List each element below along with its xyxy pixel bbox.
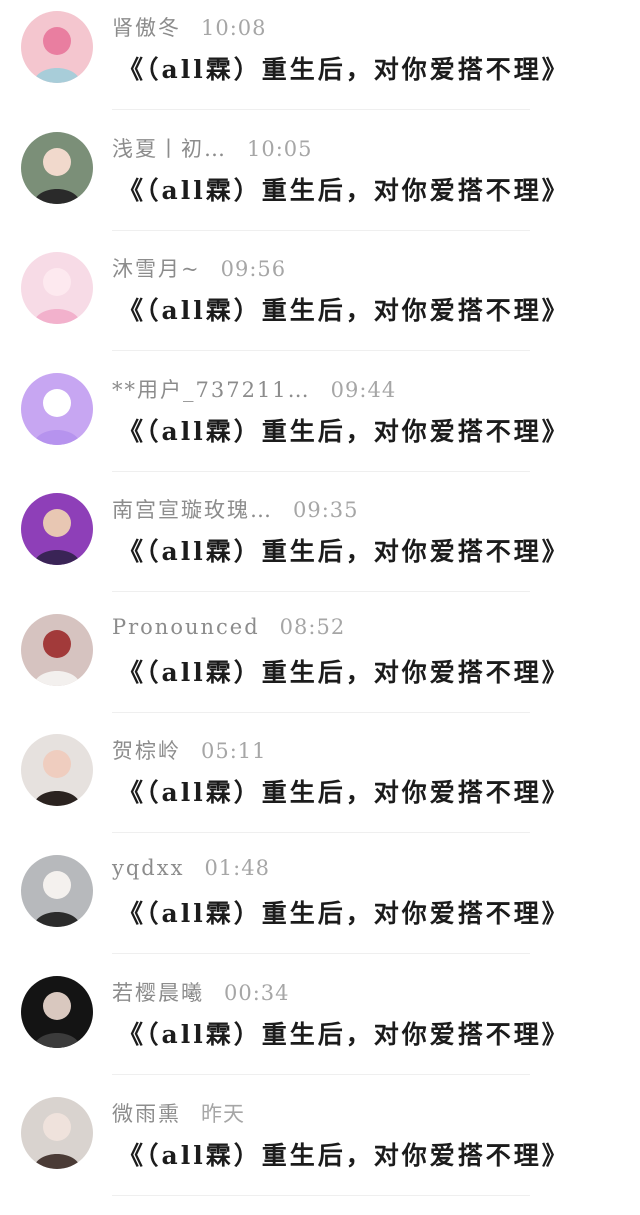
message-text: 《（all霖）重生后，对你爱搭不理》: [118, 778, 570, 807]
avatar[interactable]: [21, 855, 93, 927]
message-time: 05:11: [201, 739, 267, 763]
man-white-avatar: [21, 855, 93, 927]
sender-line: yqdxx 01:48: [112, 856, 270, 880]
sender-line: 肾傲冬 10:08: [112, 12, 267, 42]
row-divider: [112, 109, 530, 110]
message-text: 《（all霖）重生后，对你爱搭不理》: [118, 537, 570, 566]
message-text: 《（all霖）重生后，对你爱搭不理》: [118, 296, 570, 325]
message-row[interactable]: Pronounced 08:52 《（all霖）重生后，对你爱搭不理》: [0, 603, 640, 723]
row-divider: [112, 832, 530, 833]
boy-portrait-avatar: [21, 734, 93, 806]
girl-hood-avatar: [21, 614, 93, 686]
sender-name: **用户_737211…: [112, 378, 311, 402]
row-divider: [112, 953, 530, 954]
message-row[interactable]: 南宫宣璇玫瑰… 09:35 《（all霖）重生后，对你爱搭不理》: [0, 482, 640, 602]
avatar[interactable]: [21, 976, 93, 1048]
avatar[interactable]: [21, 614, 93, 686]
message-time: 01:48: [204, 856, 270, 880]
sender-name: 若樱晨曦: [112, 981, 204, 1005]
message-time: 00:34: [224, 981, 290, 1005]
message-row[interactable]: 若樱晨曦 00:34 《（all霖）重生后，对你爱搭不理》: [0, 965, 640, 1085]
sender-name: 贺棕岭: [112, 739, 181, 763]
avatar[interactable]: [21, 252, 93, 324]
flower-avatar: [21, 11, 93, 83]
avatar[interactable]: [21, 1097, 93, 1169]
avatar[interactable]: [21, 11, 93, 83]
sender-name: 浅夏丨初…: [112, 137, 227, 161]
sender-name: 微雨熏: [112, 1102, 181, 1126]
sender-name: 沐雪月~: [112, 257, 201, 281]
message-text: 《（all霖）重生后，对你爱搭不理》: [118, 55, 570, 84]
row-divider: [112, 471, 530, 472]
message-time: 09:35: [293, 498, 359, 522]
sender-name: yqdxx: [112, 856, 185, 880]
message-row[interactable]: **用户_737211… 09:44 《（all霖）重生后，对你爱搭不理》: [0, 362, 640, 482]
row-divider: [112, 712, 530, 713]
message-time: 09:56: [220, 257, 287, 281]
girl-avatar: [21, 132, 93, 204]
message-list: 肾傲冬 10:08 《（all霖）重生后，对你爱搭不理》 浅夏丨初… 10:05 《（a…: [0, 0, 640, 1215]
message-row[interactable]: 肾傲冬 10:08 《（all霖）重生后，对你爱搭不理》: [0, 0, 640, 120]
sender-name: Pronounced: [112, 615, 260, 639]
sender-line: 微雨熏 昨天: [112, 1098, 245, 1128]
message-time: 08:52: [279, 615, 346, 639]
boy-dark-avatar: [21, 976, 93, 1048]
message-time: 10:08: [201, 16, 267, 40]
girl-soft-avatar: [21, 1097, 93, 1169]
row-divider: [112, 1195, 530, 1196]
sender-line: Pronounced 08:52: [112, 615, 345, 639]
message-text: 《（all霖）重生后，对你爱搭不理》: [118, 899, 570, 928]
sender-line: 南宫宣璇玫瑰… 09:35: [112, 494, 359, 524]
message-time: 昨天: [201, 1102, 245, 1126]
man-suit-avatar: [21, 493, 93, 565]
message-row[interactable]: 贺棕岭 05:11 《（all霖）重生后，对你爱搭不理》: [0, 723, 640, 843]
avatar[interactable]: [21, 373, 93, 445]
avatar[interactable]: [21, 734, 93, 806]
message-time: 10:05: [247, 137, 313, 161]
chat-bubble-avatar: [21, 373, 93, 445]
sender-line: 贺棕岭 05:11: [112, 735, 267, 765]
message-text: 《（all霖）重生后，对你爱搭不理》: [118, 658, 570, 687]
sender-name: 南宫宣璇玫瑰…: [112, 498, 273, 522]
row-divider: [112, 350, 530, 351]
message-text: 《（all霖）重生后，对你爱搭不理》: [118, 1141, 570, 1170]
message-text: 《（all霖）重生后，对你爱搭不理》: [118, 1020, 570, 1049]
message-text: 《（all霖）重生后，对你爱搭不理》: [118, 176, 570, 205]
message-row[interactable]: yqdxx 01:48 《（all霖）重生后，对你爱搭不理》: [0, 844, 640, 964]
message-time: 09:44: [330, 378, 397, 402]
avatar[interactable]: [21, 493, 93, 565]
anime-pink-avatar: [21, 252, 93, 324]
sender-line: 若樱晨曦 00:34: [112, 977, 290, 1007]
sender-line: 浅夏丨初… 10:05: [112, 133, 313, 163]
sender-line: **用户_737211… 09:44: [112, 374, 396, 404]
row-divider: [112, 230, 530, 231]
message-text: 《（all霖）重生后，对你爱搭不理》: [118, 417, 570, 446]
row-divider: [112, 591, 530, 592]
message-row[interactable]: 微雨熏 昨天《（all霖）重生后，对你爱搭不理》: [0, 1086, 640, 1206]
message-row[interactable]: 沐雪月~ 09:56 《（all霖）重生后，对你爱搭不理》: [0, 241, 640, 361]
avatar[interactable]: [21, 132, 93, 204]
sender-line: 沐雪月~ 09:56: [112, 253, 286, 283]
message-row[interactable]: 浅夏丨初… 10:05 《（all霖）重生后，对你爱搭不理》: [0, 121, 640, 241]
row-divider: [112, 1074, 530, 1075]
sender-name: 肾傲冬: [112, 16, 181, 40]
